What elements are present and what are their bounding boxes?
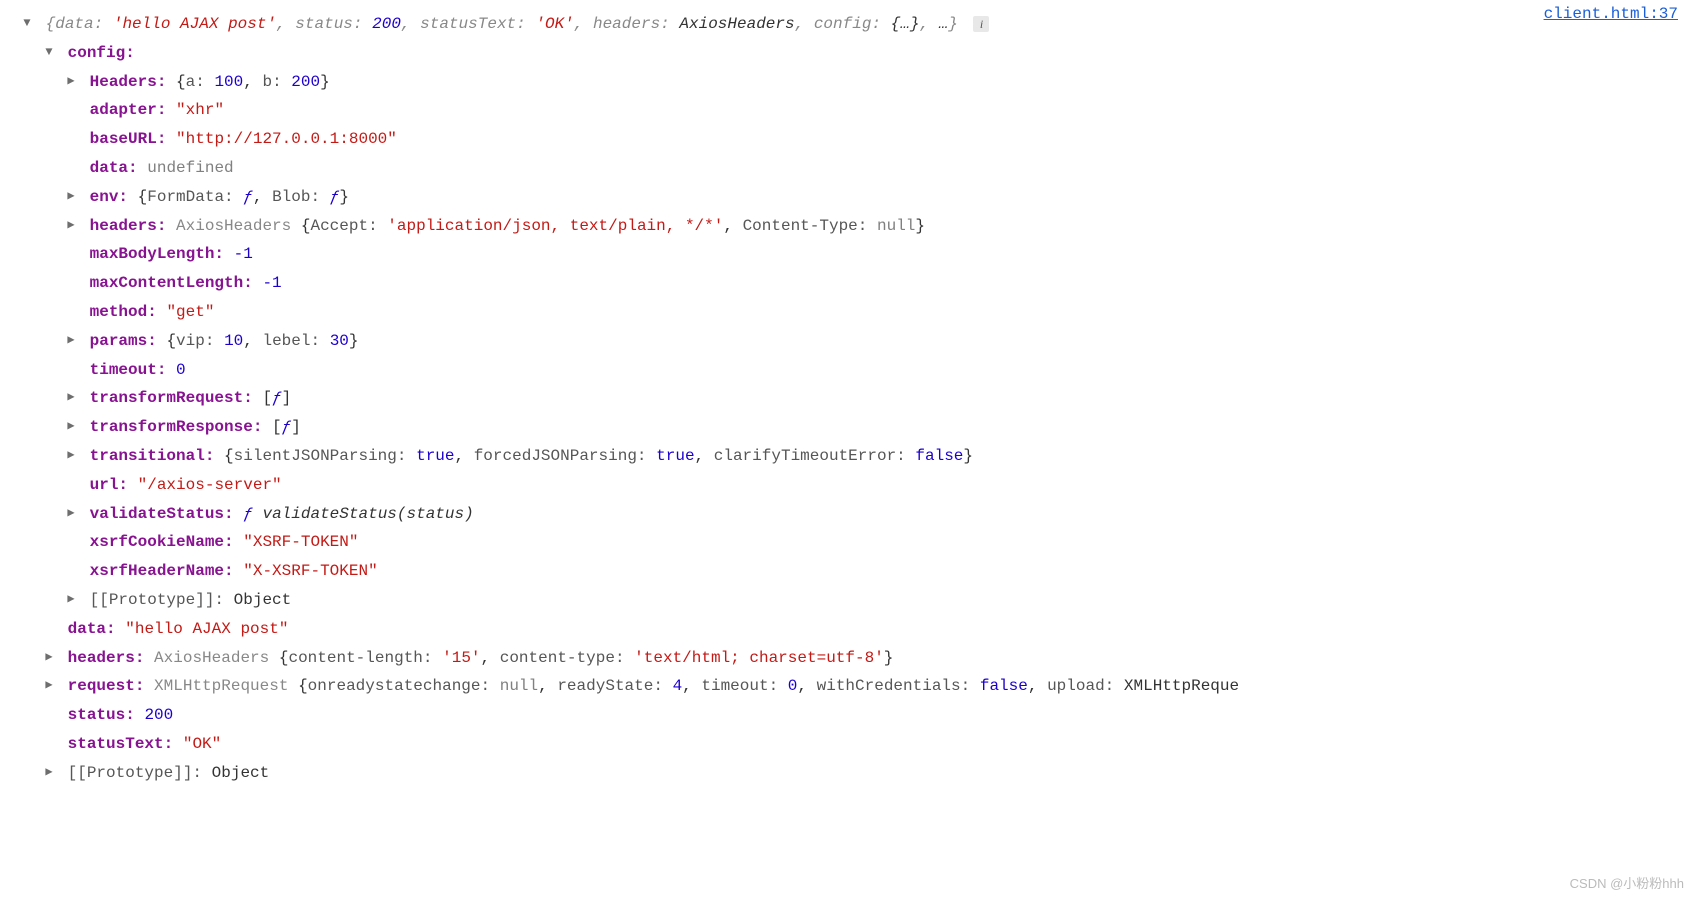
config-row[interactable]: ▼ config: bbox=[20, 39, 1678, 68]
status-row[interactable]: ▶ status: 200 bbox=[20, 701, 1678, 730]
expand-arrow-right-icon[interactable]: ▶ bbox=[64, 186, 78, 208]
expand-arrow-right-icon[interactable]: ▶ bbox=[64, 589, 78, 611]
root-config-value: {…} bbox=[891, 15, 920, 33]
watermark: CSDN @小粉粉hhh bbox=[1570, 872, 1684, 895]
expand-arrow-right-icon[interactable]: ▶ bbox=[64, 330, 78, 352]
headers-row[interactable]: ▶ headers: AxiosHeaders {content-length:… bbox=[20, 644, 1678, 673]
transformrequest-row[interactable]: ▶ transformRequest: [ƒ] bbox=[20, 384, 1678, 413]
env-row[interactable]: ▶ env: {FormData: ƒ, Blob: ƒ} bbox=[20, 183, 1678, 212]
expand-arrow-down-icon[interactable]: ▼ bbox=[42, 42, 56, 64]
config-prototype-row[interactable]: ▶ [[Prototype]]: Object bbox=[20, 586, 1678, 615]
expand-arrow-right-icon[interactable]: ▶ bbox=[64, 387, 78, 409]
root-statustext-value: 'OK' bbox=[535, 15, 573, 33]
method-row[interactable]: ▶ method: "get" bbox=[20, 298, 1678, 327]
transformresponse-row[interactable]: ▶ transformResponse: [ƒ] bbox=[20, 413, 1678, 442]
headers-upper-row[interactable]: ▶ Headers: {a: 100, b: 200} bbox=[20, 68, 1678, 97]
expand-arrow-right-icon[interactable]: ▶ bbox=[42, 762, 56, 784]
maxcontentlength-row[interactable]: ▶ maxContentLength: -1 bbox=[20, 269, 1678, 298]
data-row[interactable]: ▶ data: "hello AJAX post" bbox=[20, 615, 1678, 644]
root-headers-value: AxiosHeaders bbox=[679, 15, 794, 33]
expand-arrow-right-icon[interactable]: ▶ bbox=[64, 445, 78, 467]
source-link[interactable]: client.html:37 bbox=[1544, 0, 1678, 29]
expand-arrow-right-icon[interactable]: ▶ bbox=[64, 71, 78, 93]
adapter-row[interactable]: ▶ adapter: "xhr" bbox=[20, 96, 1678, 125]
expand-arrow-right-icon[interactable]: ▶ bbox=[42, 675, 56, 697]
xsrfheadername-row[interactable]: ▶ xsrfHeaderName: "X-XSRF-TOKEN" bbox=[20, 557, 1678, 586]
expand-arrow-right-icon[interactable]: ▶ bbox=[64, 215, 78, 237]
maxbodylength-row[interactable]: ▶ maxBodyLength: -1 bbox=[20, 240, 1678, 269]
object-root[interactable]: ▼ {data: 'hello AJAX post', status: 200,… bbox=[20, 10, 1678, 39]
root-status-value: 200 bbox=[372, 15, 401, 33]
request-row[interactable]: ▶ request: XMLHttpRequest {onreadystatec… bbox=[20, 672, 1678, 701]
expand-arrow-right-icon[interactable]: ▶ bbox=[42, 647, 56, 669]
xsrfcookiename-row[interactable]: ▶ xsrfCookieName: "XSRF-TOKEN" bbox=[20, 528, 1678, 557]
url-row[interactable]: ▶ url: "/axios-server" bbox=[20, 471, 1678, 500]
headers-lower-row[interactable]: ▶ headers: AxiosHeaders {Accept: 'applic… bbox=[20, 212, 1678, 241]
timeout-row[interactable]: ▶ timeout: 0 bbox=[20, 356, 1678, 385]
baseurl-row[interactable]: ▶ baseURL: "http://127.0.0.1:8000" bbox=[20, 125, 1678, 154]
params-row[interactable]: ▶ params: {vip: 10, lebel: 30} bbox=[20, 327, 1678, 356]
transitional-row[interactable]: ▶ transitional: {silentJSONParsing: true… bbox=[20, 442, 1678, 471]
statustext-row[interactable]: ▶ statusText: "OK" bbox=[20, 730, 1678, 759]
expand-arrow-down-icon[interactable]: ▼ bbox=[20, 13, 34, 35]
validatestatus-row[interactable]: ▶ validateStatus: ƒ validateStatus(statu… bbox=[20, 500, 1678, 529]
config-data-row[interactable]: ▶ data: undefined bbox=[20, 154, 1678, 183]
root-data-value: 'hello AJAX post' bbox=[113, 15, 276, 33]
expand-arrow-right-icon[interactable]: ▶ bbox=[64, 416, 78, 438]
prototype-row[interactable]: ▶ [[Prototype]]: Object bbox=[20, 759, 1678, 788]
expand-arrow-right-icon[interactable]: ▶ bbox=[64, 503, 78, 525]
info-icon[interactable]: i bbox=[973, 16, 989, 32]
